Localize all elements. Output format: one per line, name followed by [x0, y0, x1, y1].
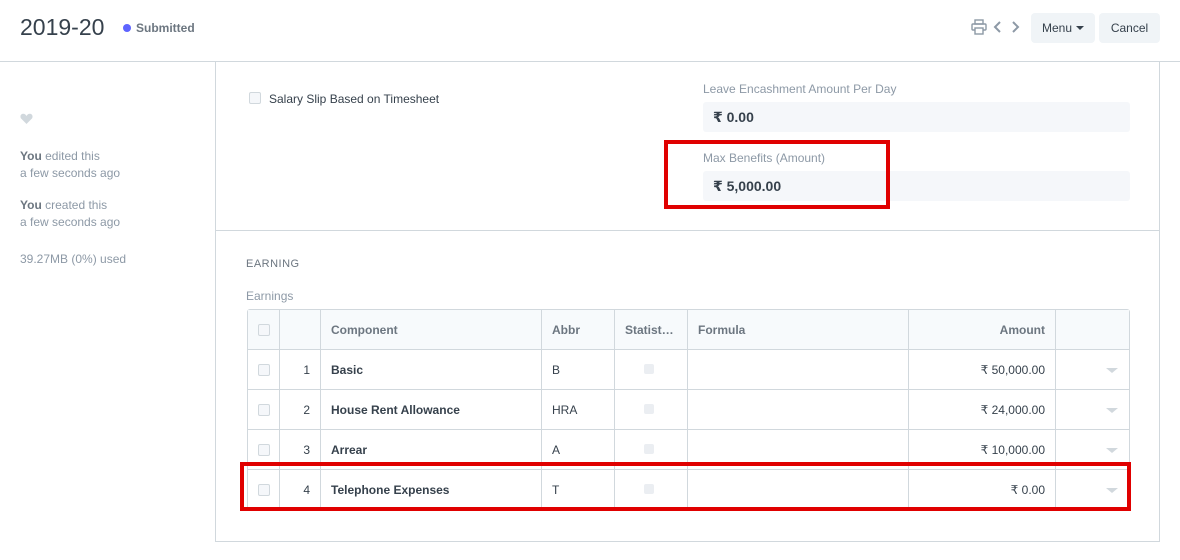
- storage-usage: 39.27MB (0%) used: [20, 252, 127, 266]
- leave-encashment-field[interactable]: ₹ 0.00: [703, 102, 1130, 132]
- table-row[interactable]: 1 Basic B ₹ 50,000.00: [248, 350, 1129, 390]
- status-label: Submitted: [136, 21, 195, 35]
- abbr-cell[interactable]: B: [542, 350, 615, 390]
- salary-slip-timesheet-checkbox[interactable]: [249, 92, 261, 104]
- formula-cell[interactable]: [688, 350, 909, 390]
- column-header-amount: Amount: [909, 310, 1056, 350]
- earning-section-heading: EARNING: [246, 258, 300, 270]
- column-header-formula: Formula: [688, 310, 909, 350]
- component-cell[interactable]: House Rent Allowance: [321, 390, 542, 430]
- statistical-cell: [615, 390, 688, 430]
- column-header-abbr: Abbr: [542, 310, 615, 350]
- abbr-cell[interactable]: HRA: [542, 390, 615, 430]
- page-header: 2019-20 Submitted Menu Cancel: [0, 0, 1180, 62]
- timeline-actor[interactable]: You: [20, 149, 42, 163]
- row-actions-cell: [1056, 390, 1130, 430]
- row-dropdown-caret-icon[interactable]: [1106, 448, 1118, 453]
- component-cell[interactable]: Basic: [321, 350, 542, 390]
- amount-cell[interactable]: ₹ 24,000.00: [909, 390, 1056, 430]
- next-icon[interactable]: [1010, 19, 1020, 39]
- earnings-grid-label: Earnings: [246, 289, 294, 303]
- section-divider: [216, 230, 1159, 231]
- like-heart-icon[interactable]: [20, 112, 33, 128]
- table-header-row: Component Abbr Statist… Formula Amount: [248, 310, 1129, 350]
- menu-button[interactable]: Menu: [1031, 13, 1095, 43]
- page-title: 2019-20: [20, 14, 105, 40]
- leave-encashment-label: Leave Encashment Amount Per Day: [703, 82, 897, 96]
- row-checkbox[interactable]: [258, 444, 270, 456]
- select-all-checkbox[interactable]: [258, 324, 270, 336]
- row-index: 2: [280, 390, 321, 430]
- timeline-actor[interactable]: You: [20, 198, 42, 212]
- timeline-action: created this: [41, 198, 108, 212]
- print-icon[interactable]: [971, 19, 987, 39]
- status-dot-icon: [123, 24, 131, 32]
- row-select-cell: [248, 390, 280, 430]
- statistical-checkbox[interactable]: [644, 404, 654, 414]
- previous-icon[interactable]: [993, 19, 1003, 39]
- column-header-component: Component: [321, 310, 542, 350]
- row-dropdown-caret-icon[interactable]: [1106, 408, 1118, 413]
- salary-slip-timesheet-label: Salary Slip Based on Timesheet: [269, 92, 440, 106]
- row-dropdown-caret-icon[interactable]: [1106, 368, 1118, 373]
- cancel-button-label: Cancel: [1110, 21, 1149, 35]
- row-checkbox[interactable]: [258, 364, 270, 376]
- row-checkbox[interactable]: [258, 404, 270, 416]
- highlight-box-max-benefits: [664, 140, 890, 209]
- row-actions-cell: [1056, 350, 1130, 390]
- row-index: 1: [280, 350, 321, 390]
- caret-down-icon: [1076, 26, 1085, 30]
- table-row[interactable]: 2 House Rent Allowance HRA ₹ 24,000.00: [248, 390, 1129, 430]
- formula-cell[interactable]: [688, 390, 909, 430]
- form-sidebar: You edited this a few seconds ago You cr…: [0, 62, 215, 560]
- select-all-cell: [248, 310, 280, 350]
- statistical-cell: [615, 350, 688, 390]
- row-index-header: [280, 310, 321, 350]
- statistical-checkbox[interactable]: [644, 364, 654, 374]
- cancel-button[interactable]: Cancel: [1099, 13, 1160, 43]
- timeline-time: a few seconds ago: [20, 215, 121, 229]
- column-header-actions: [1056, 310, 1130, 350]
- menu-button-label: Menu: [1041, 21, 1073, 35]
- amount-cell[interactable]: ₹ 50,000.00: [909, 350, 1056, 390]
- row-select-cell: [248, 350, 280, 390]
- column-header-statistical: Statist…: [615, 310, 688, 350]
- timeline-item: You created this a few seconds ago: [20, 197, 120, 231]
- highlight-box-telephone-row: [240, 462, 1131, 511]
- timeline-time: a few seconds ago: [20, 166, 121, 180]
- status-indicator: Submitted: [123, 21, 195, 35]
- timeline-action: edited this: [41, 149, 100, 163]
- statistical-checkbox[interactable]: [644, 444, 654, 454]
- timeline-item: You edited this a few seconds ago: [20, 148, 120, 182]
